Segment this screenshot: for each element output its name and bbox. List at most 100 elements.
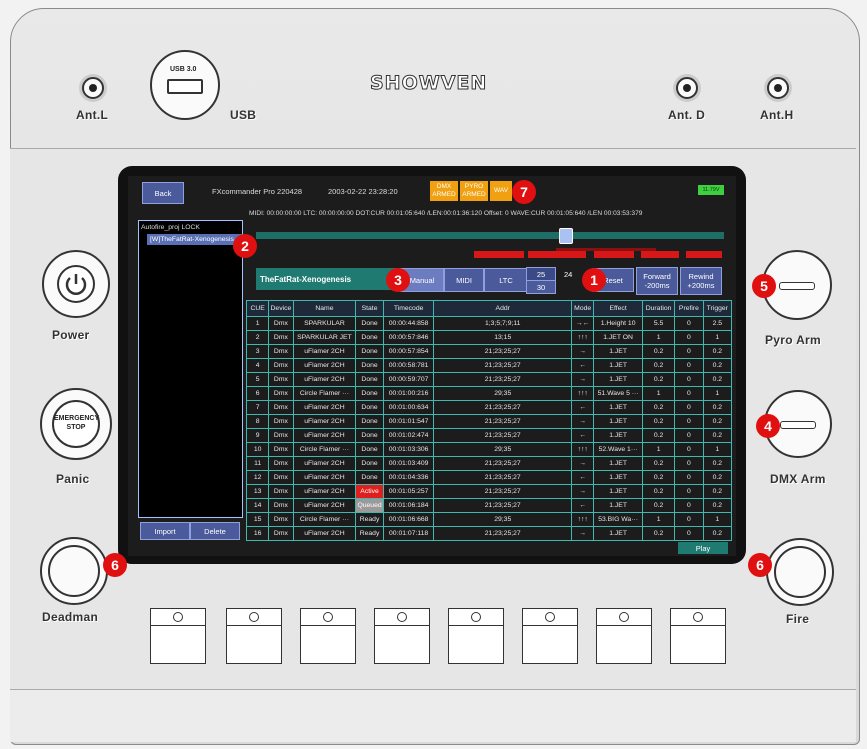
delete-button[interactable]: Delete — [190, 522, 240, 540]
mode-midi-button[interactable]: MIDI — [444, 268, 484, 292]
power-button[interactable] — [42, 250, 110, 318]
cue-cell: Dmx — [268, 526, 294, 541]
cue-cell: 0 — [674, 414, 704, 429]
cue-cell: 0 — [674, 316, 704, 331]
cue-cell: 21;23;25;27 — [433, 344, 573, 359]
dmx-arm-label: DMX Arm — [770, 472, 826, 486]
cue-pad-4[interactable] — [374, 608, 430, 664]
cue-cell: 1 — [641, 330, 676, 345]
cue-cell: Dmx — [268, 512, 294, 527]
fps-24-label[interactable]: 24 — [564, 270, 572, 279]
cue-cell: 0.2 — [641, 470, 676, 485]
cue-pad-2[interactable] — [226, 608, 282, 664]
cue-cell: 00:01:03:409 — [382, 456, 435, 471]
cue-cell: ↑↑↑ — [571, 330, 595, 345]
cue-pad-1[interactable] — [150, 608, 206, 664]
usb-port[interactable] — [167, 79, 203, 94]
cue-cell: 0.2 — [702, 456, 733, 471]
cue-waveform — [256, 248, 724, 258]
mode-ltc-button[interactable]: LTC — [484, 268, 528, 292]
timeline-playhead[interactable] — [558, 228, 573, 244]
cue-cell: uFlamer 2CH — [292, 428, 357, 443]
cue-pad-5[interactable] — [448, 608, 504, 664]
cue-row[interactable]: 2 Dmx SPARKULAR JET Done 00:00:57:846 13;15 ↑↑… — [245, 330, 733, 345]
ant-d-label: Ant. D — [668, 108, 706, 122]
cue-cell: 0 — [674, 358, 704, 373]
timeline-track[interactable] — [256, 232, 724, 239]
cue-row[interactable]: 9 Dmx uFlamer 2CH Done 00:01:02:474 21;23;25;… — [245, 428, 733, 443]
cue-cell: 21;23;25;27 — [433, 484, 573, 499]
column-header: Name — [292, 300, 357, 317]
cue-row[interactable]: 4 Dmx uFlamer 2CH Done 00:00:58:781 21;23;25;… — [245, 358, 733, 373]
rewind-step: +200ms — [687, 281, 715, 290]
fps-30-button[interactable]: 30 — [526, 280, 556, 294]
cue-cell: 0.2 — [641, 358, 676, 373]
cue-row[interactable]: 15 Dmx Circle Flamer ··· Ready 00:01:06:668 2… — [245, 512, 733, 527]
cue-cell: 00:00:58:781 — [382, 358, 435, 373]
cue-cell: 00:00:57:846 — [382, 330, 435, 345]
cue-pad-3[interactable] — [300, 608, 356, 664]
back-button[interactable]: Back — [142, 182, 184, 204]
cue-row[interactable]: 3 Dmx uFlamer 2CH Done 00:00:57:854 21;23;25;… — [245, 344, 733, 359]
cue-cell: → — [571, 344, 595, 359]
cue-cell: uFlamer 2CH — [292, 498, 357, 513]
cue-cell: 13;15 — [433, 330, 573, 345]
cue-cell: 1 — [702, 512, 733, 527]
forward-button[interactable]: Forward -200ms — [636, 267, 678, 295]
project-list: Autofire_proj LOCK [W]TheFatRat-Xenogene… — [138, 220, 243, 518]
cue-row[interactable]: 6 Dmx Circle Flamer ··· Done 00:01:00:216 29;… — [245, 386, 733, 401]
cue-cell: 8 — [245, 414, 270, 429]
cue-pad-7[interactable] — [596, 608, 652, 664]
cue-row[interactable]: 12 Dmx uFlamer 2CH Done 00:01:04:336 21;23;25… — [245, 470, 733, 485]
cue-cell: → — [571, 526, 595, 541]
cue-cell: 1.JET — [593, 358, 643, 373]
cue-cell: Dmx — [268, 386, 294, 401]
rewind-button[interactable]: Rewind +200ms — [680, 267, 722, 295]
play-button[interactable]: Play — [678, 542, 728, 554]
cue-cell: 0.2 — [641, 428, 676, 443]
cue-cell: 0.2 — [702, 372, 733, 387]
cue-row[interactable]: 11 Dmx uFlamer 2CH Done 00:01:03:409 21;23;25… — [245, 456, 733, 471]
cue-cell: 10 — [245, 442, 270, 457]
emergency-stop-button[interactable]: EMERGENCY STOP — [40, 388, 112, 460]
cue-cell: ← — [571, 470, 595, 485]
cue-cell: 1.JET — [593, 470, 643, 485]
cue-cell: 1.JET — [593, 400, 643, 415]
antenna-l-connector — [82, 77, 104, 99]
cue-row[interactable]: 16 Dmx uFlamer 2CH Ready 00:01:07:118 21;23;2… — [245, 526, 733, 541]
cue-row[interactable]: 1 Dmx SPARKULAR Done 00:00:44:858 1;3;5;7;9;1… — [245, 316, 733, 331]
import-button[interactable]: Import — [140, 522, 190, 540]
cue-cell: uFlamer 2CH — [292, 414, 357, 429]
cue-cell: Done — [355, 442, 384, 457]
cue-cell: 0 — [674, 456, 704, 471]
project-item[interactable]: [W]TheFatRat-Xenogenesis — [147, 234, 242, 245]
cue-cell: 15 — [245, 512, 270, 527]
cue-cell: 0 — [674, 330, 704, 345]
cue-cell: 11 — [245, 456, 270, 471]
cue-cell: 1 — [702, 442, 733, 457]
cue-cell: 21;23;25;27 — [433, 414, 573, 429]
cue-cell: 29;35 — [433, 512, 573, 527]
cue-cell: Done — [355, 428, 384, 443]
cue-cell: uFlamer 2CH — [292, 372, 357, 387]
cue-row[interactable]: 5 Dmx uFlamer 2CH Done 00:00:59:707 21;23;25;… — [245, 372, 733, 387]
cue-pad-8[interactable] — [670, 608, 726, 664]
cue-pad-6[interactable] — [522, 608, 578, 664]
cue-row[interactable]: 10 Dmx Circle Flamer ··· Done 00:01:03:306 29… — [245, 442, 733, 457]
cue-row[interactable]: 13 Dmx uFlamer 2CH Active 00:01:05:257 21;23;… — [245, 484, 733, 499]
column-header: Mode — [571, 300, 595, 317]
cue-cell: 5.5 — [641, 316, 676, 331]
cue-row[interactable]: 14 Dmx uFlamer 2CH Queued 00:01:06:184 21;23;… — [245, 498, 733, 513]
fire-button[interactable] — [766, 538, 834, 606]
antenna-h-connector — [767, 77, 789, 99]
cue-row[interactable]: 7 Dmx uFlamer 2CH Done 00:01:00:634 21;23;25;… — [245, 400, 733, 415]
usb-label: USB — [230, 108, 257, 122]
deadman-button[interactable] — [40, 537, 108, 605]
forward-label: Forward — [643, 272, 671, 281]
cue-cell: 4 — [245, 358, 270, 373]
cue-row[interactable]: 8 Dmx uFlamer 2CH Done 00:01:01:547 21;23;25;… — [245, 414, 733, 429]
marker-4: 4 — [756, 414, 780, 438]
fps-25-button[interactable]: 25 — [526, 267, 556, 281]
cue-cell: 00:01:00:634 — [382, 400, 435, 415]
cue-cell: ← — [571, 358, 595, 373]
